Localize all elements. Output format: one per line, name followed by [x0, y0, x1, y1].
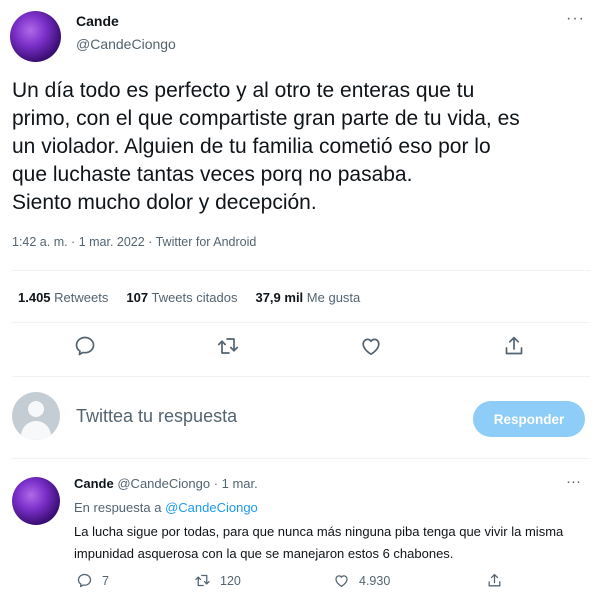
- like-icon[interactable]: [359, 334, 383, 358]
- reply-retweet-action[interactable]: 120: [194, 572, 241, 589]
- like-icon: [335, 575, 348, 587]
- reply-to-mention[interactable]: @CandeCiongo: [165, 500, 258, 515]
- reply-header: Cande @CandeCiongo · 1 mar.: [74, 476, 258, 491]
- tweet-meta[interactable]: 1:42 a. m. · 1 mar. 2022 · Twitter for A…: [12, 235, 256, 249]
- reply-date[interactable]: · 1 mar.: [214, 476, 258, 491]
- retweet-icon[interactable]: [216, 334, 240, 358]
- reply-count: 7: [102, 573, 109, 588]
- share-icon[interactable]: [502, 334, 526, 358]
- tweet-actions: [0, 334, 602, 364]
- retweets-label: Retweets: [54, 290, 109, 305]
- reply-input[interactable]: Twittea tu respuesta: [76, 406, 237, 427]
- quotes-count: 107: [126, 290, 149, 305]
- reply-to-prefix: En respuesta a: [74, 500, 162, 515]
- avatar[interactable]: [12, 477, 60, 525]
- avatar-placeholder: [12, 392, 60, 440]
- quotes-label: Tweets citados: [151, 290, 238, 305]
- avatar[interactable]: [10, 11, 61, 62]
- retweets-stat[interactable]: 1.405 Retweets: [18, 290, 108, 305]
- reply-actions: 7 120 4.930: [0, 572, 602, 596]
- likes-label: Me gusta: [306, 290, 361, 305]
- more-options-icon[interactable]: ···: [566, 10, 585, 28]
- avatar-head-shape: [28, 401, 44, 417]
- divider: [12, 376, 590, 377]
- reply-share-action[interactable]: [486, 572, 503, 589]
- divider: [12, 270, 590, 271]
- avatar-body-shape: [21, 421, 51, 440]
- reply-button[interactable]: Responder: [473, 401, 585, 437]
- reply-icon: [77, 573, 92, 588]
- reply-like-action[interactable]: 4.930: [333, 572, 390, 589]
- tweet-text: Un día todo es perfecto y al otro te ent…: [12, 79, 520, 214]
- reply-author-handle[interactable]: @CandeCiongo: [117, 476, 210, 491]
- retweets-count: 1.405: [18, 290, 51, 305]
- likes-count: 37,9 mil: [255, 290, 304, 305]
- divider: [12, 322, 590, 323]
- divider: [12, 458, 590, 459]
- more-options-icon[interactable]: ···: [566, 473, 581, 490]
- share-icon: [488, 573, 501, 587]
- retweet-icon: [195, 574, 210, 587]
- reply-icon[interactable]: [73, 334, 97, 358]
- reply-composer: Twittea tu respuesta Responder: [0, 392, 602, 442]
- reply-text: La lucha sigue por todas, para que nunca…: [74, 524, 564, 561]
- like-count: 4.930: [359, 573, 391, 588]
- likes-stat[interactable]: 37,9 mil Me gusta: [255, 290, 360, 305]
- reply-author-name[interactable]: Cande: [74, 476, 114, 491]
- retweet-count: 120: [220, 573, 241, 588]
- author-handle[interactable]: @CandeCiongo: [76, 36, 176, 52]
- reply-reply-action[interactable]: 7: [76, 572, 109, 589]
- tweet-stats: 1.405 Retweets 107 Tweets citados 37,9 m…: [18, 290, 374, 305]
- quotes-stat[interactable]: 107 Tweets citados: [126, 290, 237, 305]
- author-name[interactable]: Cande: [76, 13, 119, 29]
- reply-context: En respuesta a @CandeCiongo: [74, 500, 258, 515]
